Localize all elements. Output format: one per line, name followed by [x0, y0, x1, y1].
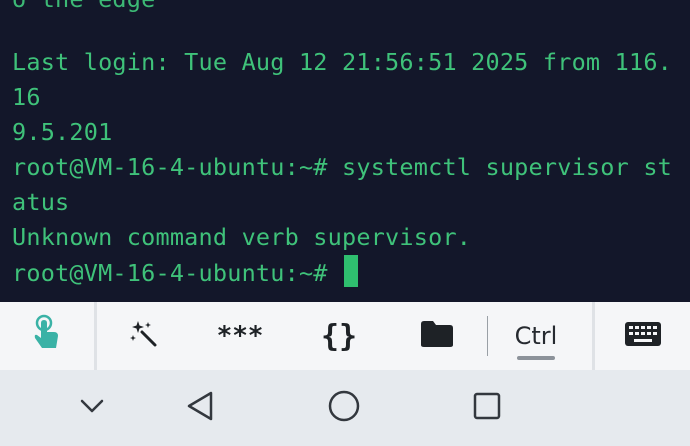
chevron-down-icon — [79, 398, 105, 419]
ctrl-indicator — [517, 356, 555, 360]
terminal-line-command: root@VM-16-4-ubuntu:~# systemctl supervi… — [12, 153, 673, 181]
hide-keyboard-button[interactable] — [62, 370, 122, 446]
terminal-cursor — [344, 255, 359, 287]
password-label: *** — [217, 321, 265, 351]
keyboard-toggle-button[interactable] — [595, 302, 690, 370]
snippets-button[interactable]: {} — [291, 302, 387, 370]
files-button[interactable] — [390, 302, 484, 370]
snippets-label: {} — [320, 318, 358, 354]
home-circle-icon — [327, 389, 361, 428]
terminal-line-ip-part2: 9.5.201 — [12, 118, 113, 146]
terminal-partial-line: o the edge — [12, 0, 155, 17]
recents-square-icon — [472, 391, 502, 426]
extra-keys-toolbar: *** {} Ctrl — [0, 302, 690, 370]
back-triangle-icon — [185, 390, 215, 427]
magic-button[interactable] — [97, 302, 191, 370]
terminal-line-command-wrap: atus — [12, 188, 70, 216]
back-button[interactable] — [170, 370, 230, 446]
password-button[interactable]: *** — [193, 302, 289, 370]
magic-wand-icon — [129, 319, 159, 354]
keyboard-icon — [624, 321, 662, 352]
system-navigation-bar — [0, 370, 690, 446]
terminal-prompt: root@VM-16-4-ubuntu:~# — [12, 259, 343, 287]
touch-mode-button[interactable] — [0, 302, 94, 370]
terminal-line-last-login: Last login: Tue Aug 12 21:56:51 2025 fro… — [12, 48, 673, 76]
terminal-line-error: Unknown command verb supervisor. — [12, 223, 472, 251]
home-button[interactable] — [314, 370, 374, 446]
terminal-view[interactable]: o the edge Last login: Tue Aug 12 21:56:… — [0, 0, 690, 302]
terminal-prompt-line[interactable]: root@VM-16-4-ubuntu:~# — [12, 255, 359, 291]
folder-icon — [420, 320, 454, 353]
ctrl-label: Ctrl — [514, 322, 558, 350]
touch-hand-icon — [32, 314, 62, 359]
recents-button[interactable] — [457, 370, 517, 446]
terminal-line-ip-part1: 16 — [12, 83, 41, 111]
